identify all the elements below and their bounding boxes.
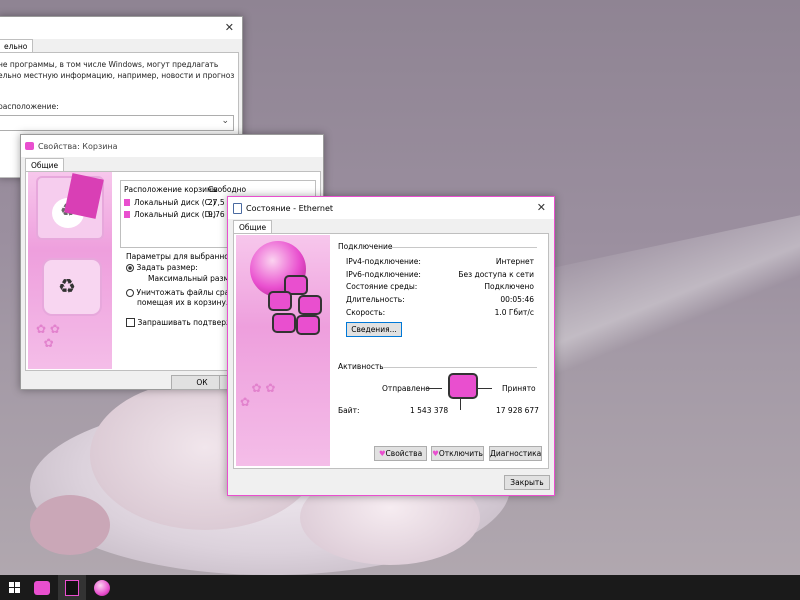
recycle-bin-empty-icon: ♻ (42, 258, 102, 316)
sent-label: Отправлено (382, 384, 430, 393)
close-icon[interactable]: ✕ (537, 201, 546, 214)
radio-unchecked-icon (126, 288, 134, 297)
network-globe-icon (94, 579, 110, 596)
theme-sidebar-art: ✿ ✿ ✿ (236, 235, 330, 466)
taskbar (0, 575, 800, 600)
received-label: Принято (502, 384, 536, 393)
wallpaper-bear-ear (30, 495, 110, 555)
checkbox-icon (126, 318, 135, 327)
duration-value: 00:05:46 (500, 295, 534, 304)
network-blocks-icon (266, 275, 326, 337)
drive-free: 9,76 (208, 210, 225, 219)
bytes-label: Байт: (338, 406, 360, 415)
recycle-bin-icon (25, 142, 34, 150)
theme-sidebar-art: ♻ ♻ ✿ ✿ ✿ (28, 172, 112, 369)
windows-start-icon (8, 582, 20, 593)
taskbar-recycle-bin[interactable] (28, 575, 56, 600)
speed-value: 1.0 Гбит/с (494, 308, 534, 317)
ipv6-value: Без доступа к сети (458, 270, 534, 279)
taskbar-trash[interactable] (58, 575, 86, 600)
drive-free: 27,5 (208, 198, 225, 207)
confirm-checkbox[interactable]: Запрашивать подтвержде (126, 318, 243, 327)
taskbar-network[interactable] (88, 575, 116, 600)
column-header-free: Свободно (208, 185, 247, 194)
tab-panel: ✿ ✿ ✿ Подключение IPv4-подключение: Интер… (233, 233, 549, 469)
titlebar: Свойства: Корзина (21, 135, 323, 157)
drive-name: Локальный диск (D:) (134, 210, 216, 219)
titlebar: ✕ (0, 17, 242, 39)
tab-general[interactable]: ельно (0, 39, 34, 53)
size-radio[interactable]: Задать размер: (126, 263, 198, 272)
recycle-bin-full-icon: ♻ (36, 173, 104, 240)
recycle-bin-icon (34, 580, 50, 595)
window-title: Свойства: Корзина (38, 141, 118, 151)
window-title: Состояние - Ethernet (246, 203, 334, 213)
drive-icon (124, 199, 130, 206)
activity-section-header: Активность (338, 362, 537, 371)
activity-line-right (476, 388, 492, 389)
bytes-received: 17 928 677 (496, 406, 539, 415)
column-header-location: Расположение корзины (124, 185, 218, 194)
speed-label: Скорость: (346, 308, 386, 317)
location-label: расположение: (0, 102, 59, 111)
disable-button-label: Отключить (438, 449, 483, 458)
ipv4-value: Интернет (495, 257, 534, 266)
description-line-2: ельно местную информацию, например, ново… (0, 71, 235, 80)
activity-stand-icon (460, 398, 461, 410)
properties-button-label: Свойства (385, 449, 423, 458)
trash-icon (65, 579, 79, 596)
close-icon[interactable]: ✕ (225, 21, 234, 34)
tab-general[interactable]: Общие (233, 220, 273, 234)
location-dropdown[interactable]: ⌄ (0, 115, 234, 131)
heart-icon: ♥ (432, 449, 439, 458)
titlebar: Состояние - Ethernet ✕ (228, 197, 554, 219)
properties-button[interactable]: ♥Свойства (374, 446, 427, 461)
disable-button[interactable]: ♥Отключить (431, 446, 484, 461)
delete-radio-label-2: помещая их в корзину. (137, 298, 229, 307)
ipv6-label: IPv6-подключение: (346, 270, 421, 279)
network-icon (233, 202, 242, 214)
connection-section-header: Подключение (338, 242, 537, 251)
heart-icon: ♥ (378, 449, 386, 458)
details-button[interactable]: Сведения... (346, 322, 402, 337)
drive-name: Локальный диск (C:) (134, 198, 216, 207)
flower-pattern-icon: ✿ ✿ ✿ (240, 381, 276, 409)
diagnose-button[interactable]: Диагностика (489, 446, 542, 461)
ipv4-label: IPv4-подключение: (346, 257, 421, 266)
description-line-1: не программы, в том числе Windows, могут… (0, 60, 219, 69)
bytes-sent: 1 543 378 (410, 406, 449, 415)
size-radio-label: Задать размер: (136, 263, 198, 272)
activity-section-label: Активность (338, 362, 384, 371)
radio-checked-icon (126, 263, 134, 272)
connection-section-label: Подключение (338, 242, 393, 251)
media-state-label: Состояние среды: (346, 282, 418, 291)
media-state-value: Подключено (484, 282, 534, 291)
drive-icon (124, 211, 130, 218)
start-button[interactable] (0, 575, 28, 600)
computer-activity-icon (448, 373, 478, 399)
activity-line-left (426, 388, 442, 389)
flower-pattern-icon: ✿ ✿ ✿ (36, 322, 60, 350)
ethernet-status-window: Состояние - Ethernet ✕ Общие ✿ ✿ ✿ Подклю… (227, 196, 555, 496)
tab-general[interactable]: Общие (25, 158, 65, 172)
duration-label: Длительность: (346, 295, 405, 304)
close-button[interactable]: Закрыть (504, 475, 550, 490)
chevron-down-icon: ⌄ (221, 116, 229, 126)
